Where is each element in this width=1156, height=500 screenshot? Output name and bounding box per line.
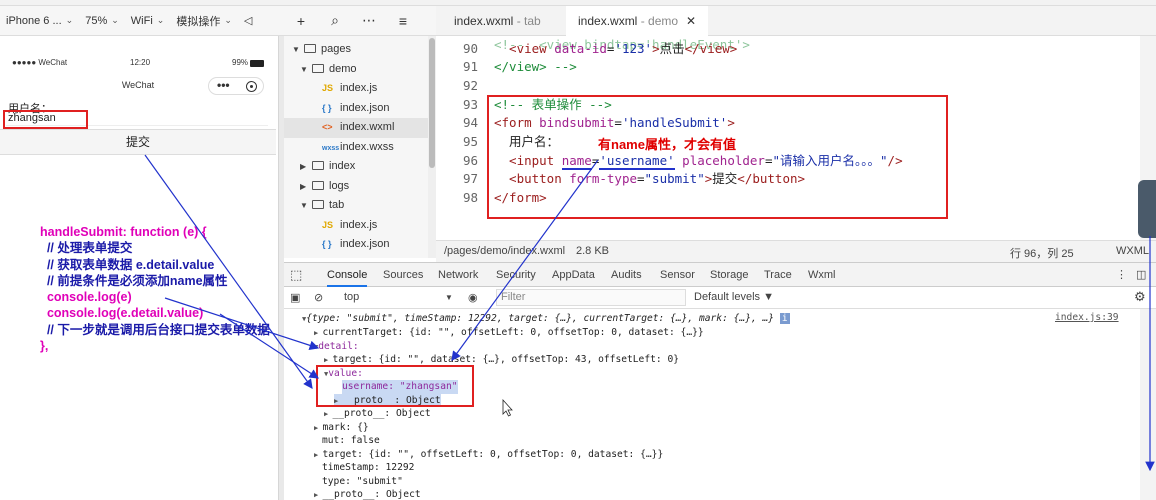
mouse-cursor-icon [503, 400, 512, 416]
annotation-arrows [0, 0, 1156, 500]
arrow-log-value [220, 314, 318, 378]
arrow-log-e [165, 298, 318, 348]
arrow-submit-to-console [145, 155, 312, 388]
arrow-name-to-value [452, 160, 598, 360]
